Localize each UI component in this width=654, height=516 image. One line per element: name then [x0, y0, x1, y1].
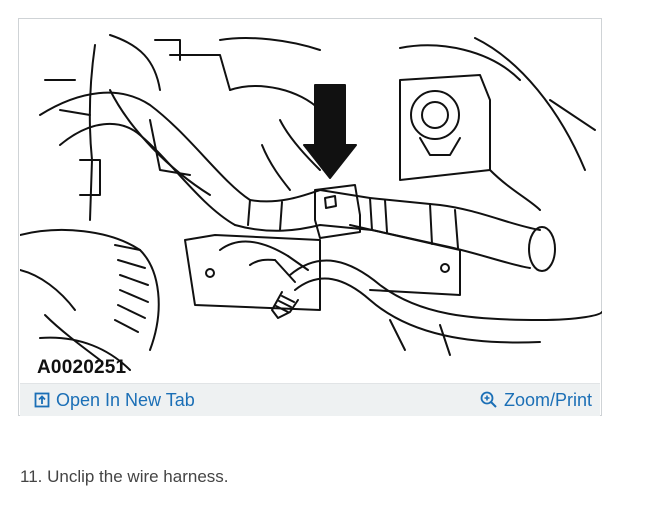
open-new-tab-icon: [34, 392, 50, 408]
wire-harness-diagram[interactable]: [20, 20, 602, 382]
open-in-new-tab-link[interactable]: Open In New Tab: [34, 384, 195, 416]
open-in-new-tab-label: Open In New Tab: [56, 389, 195, 410]
figure-id-label: A0020251: [37, 357, 127, 378]
zoom-print-link[interactable]: Zoom/Print: [480, 384, 592, 416]
figure-card: A0020251 Open In New Tab Zoom/Print: [18, 18, 602, 416]
figure-toolbar: Open In New Tab Zoom/Print: [20, 383, 600, 416]
zoom-print-label: Zoom/Print: [503, 389, 592, 410]
magnifier-plus-icon: [480, 391, 498, 409]
step-instruction: 11. Unclip the wire harness.: [20, 467, 229, 486]
